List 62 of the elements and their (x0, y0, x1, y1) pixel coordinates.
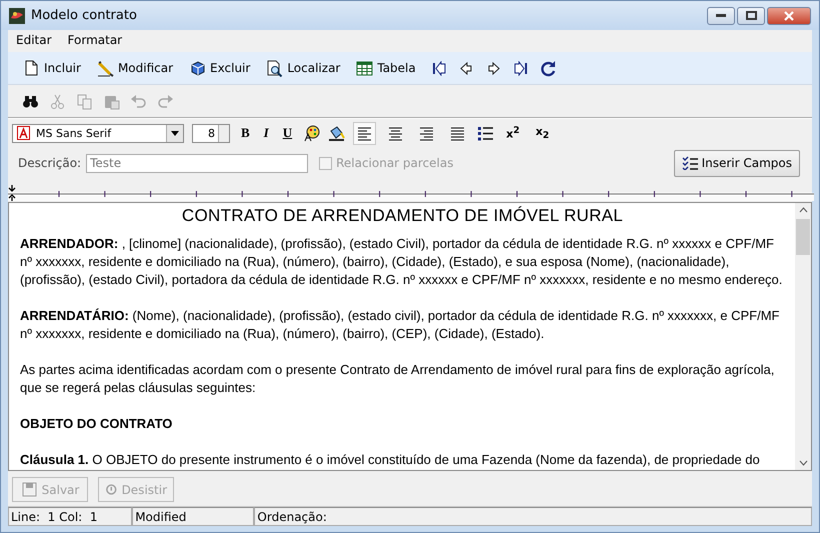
paint-bucket-icon[interactable] (328, 124, 346, 142)
last-record-icon[interactable] (512, 60, 528, 76)
table-icon (356, 60, 374, 76)
app-icon (9, 8, 25, 24)
align-right-icon (418, 124, 436, 142)
window-title: Modelo contrato (31, 8, 138, 23)
toolbar-button[interactable]: Localizar (266, 60, 340, 76)
menu-item[interactable]: Formatar (68, 33, 122, 49)
palette-icon[interactable] (303, 124, 320, 142)
cube-icon (189, 60, 206, 76)
undo-icon (130, 92, 147, 110)
align-center-icon (387, 124, 404, 142)
paragraph: ARRENDADOR: , [clinome] (nacionalidade), (profissão), (estado Civil), portador da cédula de identidade R.G. nº xxxxxx e CPF/MF nº xxxxxxx, residente e domiciliado na (Rua), (número), (bairro), (Cidade), (Estado), e sua esposa (Nome), (nacionalidade), (profissão), (estado Civil), portadora da cédula de identidade R.G. nº xxxxxx e CPF/MF nº xxxxxxx, residente e no mesmo endereço. (20, 235, 784, 289)
description-field[interactable]: Teste (86, 154, 308, 172)
bullet-list-icon[interactable] (477, 124, 494, 142)
copy-icon (76, 92, 93, 110)
style-button[interactable]: I (260, 125, 272, 141)
first-record-icon[interactable] (432, 60, 447, 76)
paragraph: ARRENDATÁRIO: (Nome), (nacionalidade), (profissão), (estado civil), portador da cédula de identidade R.G. nº xxxxxxx, e CPF/MF nº xxxxxxx, residente e domiciliado na (Rua), (número), (bairro), (CEP), (Cidade), (Estado). (20, 307, 780, 343)
refresh-icon[interactable] (540, 60, 557, 76)
paragraph: OBJETO DO CONTRATO (20, 415, 174, 433)
align-button[interactable] (353, 122, 376, 144)
toolbar-button[interactable]: Excluir (189, 60, 250, 76)
description-label: Descrição: (18, 156, 82, 170)
blank-page-icon (23, 60, 40, 76)
pencil-icon (96, 60, 114, 76)
paragraph: Cláusula 1. O OBJETO do presente instrumento é o imóvel constituído de uma Fazenda (Nome da fazenda), de propriedade do (20, 451, 761, 469)
previous-record-icon[interactable] (458, 60, 474, 76)
style-button[interactable]: U (280, 125, 296, 141)
status-cell: Modified (132, 507, 254, 526)
scissors-icon (49, 92, 66, 110)
maximize-button[interactable] (737, 6, 765, 24)
style-button[interactable]: B (238, 125, 253, 141)
script-button[interactable]: x$^{2}$ (502, 125, 524, 141)
dropdown-arrow-icon (171, 130, 179, 136)
maximize-icon (746, 11, 756, 20)
magnifier-page-icon (266, 60, 284, 76)
align-left-icon (356, 124, 374, 142)
minimize-icon (716, 14, 726, 18)
close-icon (783, 10, 795, 20)
status-cell: Line: 1 Col: 1 (8, 507, 132, 526)
insert-fields-button[interactable]: Inserir Campos (674, 150, 800, 176)
redo-icon (157, 92, 174, 110)
minimize-button[interactable] (707, 6, 735, 24)
scrollbar-thumb[interactable] (796, 219, 810, 255)
toolbar-button[interactable]: Incluir (23, 60, 81, 76)
toolbar-button[interactable]: Tabela (356, 60, 416, 76)
checklist-icon (682, 156, 698, 170)
status-cell: Ordenação: (254, 507, 812, 526)
paragraph: As partes acima identificadas acordam com o presente Contrato de Arrendamento de imóvel rural para fins de exploração agrícola, que se regerá pelas cláusulas seguintes: (20, 361, 776, 397)
close-button[interactable] (767, 6, 811, 24)
checkbox-label: Relacionar parcelas (336, 156, 454, 170)
next-record-icon[interactable] (486, 60, 501, 76)
menu-item[interactable]: Editar (16, 33, 52, 49)
font-size-spinner[interactable]: 8 (192, 124, 230, 142)
font-dropdown[interactable]: MS Sans Serif (12, 124, 184, 142)
scrollbar[interactable] (795, 203, 811, 470)
justify-icon (449, 124, 466, 142)
document-title: CONTRATO DE ARRENDAMENTO DE IMÓVEL RURAL (180, 207, 624, 225)
toolbar-button[interactable]: Modificar (96, 60, 174, 76)
script-button[interactable]: x$_{2}$ (532, 124, 554, 142)
font-icon (17, 126, 30, 140)
